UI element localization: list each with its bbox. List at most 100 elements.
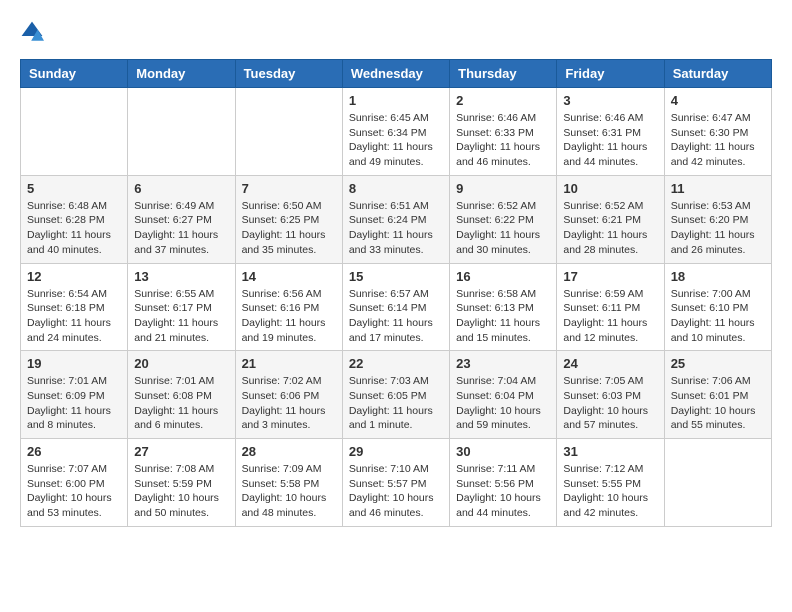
calendar-cell (21, 88, 128, 176)
calendar-cell (664, 439, 771, 527)
calendar-cell: 1Sunrise: 6:45 AM Sunset: 6:34 PM Daylig… (342, 88, 449, 176)
day-info: Sunrise: 6:50 AM Sunset: 6:25 PM Dayligh… (242, 199, 336, 258)
day-number: 20 (134, 356, 228, 371)
calendar-cell: 25 Sunrise: 7:06 AM Sunset: 6:01 PM Dayli… (664, 351, 771, 439)
day-number: 24 (563, 356, 657, 371)
logo-icon (20, 20, 44, 44)
calendar-cell: 2 Sunrise: 6:46 AM Sunset: 6:33 PM Daylig… (450, 88, 557, 176)
calendar-cell: 8 Sunrise: 6:51 AM Sunset: 6:24 PM Daylig… (342, 175, 449, 263)
day-header-thursday: Thursday (450, 60, 557, 88)
day-info: Sunrise: 6:46 AM Sunset: 6:33 PM Dayligh… (456, 111, 550, 170)
day-number: 30 (456, 444, 550, 459)
day-info: Sunrise: 6:46 AM Sunset: 6:31 PM Dayligh… (563, 111, 657, 170)
logo (20, 20, 48, 49)
day-number: 9 (456, 181, 550, 196)
day-number: 8 (349, 181, 443, 196)
day-info: Sunrise: 7:09 AM Sunset: 5:58 PM Dayligh… (242, 462, 336, 521)
calendar-cell: 27 Sunrise: 7:08 AM Sunset: 5:59 PM Dayli… (128, 439, 235, 527)
calendar-cell: 3 Sunrise: 6:46 AM Sunset: 6:31 PM Daylig… (557, 88, 664, 176)
day-number: 17 (563, 269, 657, 284)
day-header-wednesday: Wednesday (342, 60, 449, 88)
day-number: 26 (27, 444, 121, 459)
calendar-cell: 20Sunrise: 7:01 AM Sunset: 6:08 PM Dayli… (128, 351, 235, 439)
calendar-cell: 15Sunrise: 6:57 AM Sunset: 6:14 PM Dayli… (342, 263, 449, 351)
calendar-table: SundayMondayTuesdayWednesdayThursdayFrid… (20, 59, 772, 527)
calendar-week-row: 19 Sunrise: 7:01 AM Sunset: 6:09 PM Dayli… (21, 351, 772, 439)
calendar-cell: 31 Sunrise: 7:12 AM Sunset: 5:55 PM Dayli… (557, 439, 664, 527)
calendar-cell: 6Sunrise: 6:49 AM Sunset: 6:27 PM Daylig… (128, 175, 235, 263)
day-info: Sunrise: 7:02 AM Sunset: 6:06 PM Dayligh… (242, 374, 336, 433)
calendar-week-row: 1Sunrise: 6:45 AM Sunset: 6:34 PM Daylig… (21, 88, 772, 176)
day-info: Sunrise: 7:05 AM Sunset: 6:03 PM Dayligh… (563, 374, 657, 433)
day-number: 21 (242, 356, 336, 371)
day-number: 29 (349, 444, 443, 459)
day-number: 16 (456, 269, 550, 284)
calendar-cell: 28 Sunrise: 7:09 AM Sunset: 5:58 PM Dayli… (235, 439, 342, 527)
day-info: Sunrise: 6:58 AM Sunset: 6:13 PM Dayligh… (456, 287, 550, 346)
calendar-cell: 7 Sunrise: 6:50 AM Sunset: 6:25 PM Daylig… (235, 175, 342, 263)
day-info: Sunrise: 6:55 AM Sunset: 6:17 PM Dayligh… (134, 287, 228, 346)
calendar-cell: 13 Sunrise: 6:55 AM Sunset: 6:17 PM Dayli… (128, 263, 235, 351)
day-number: 28 (242, 444, 336, 459)
day-number: 5 (27, 181, 121, 196)
calendar-cell: 29 Sunrise: 7:10 AM Sunset: 5:57 PM Dayli… (342, 439, 449, 527)
day-number: 14 (242, 269, 336, 284)
calendar-week-row: 12 Sunrise: 6:54 AM Sunset: 6:18 PM Dayli… (21, 263, 772, 351)
calendar-cell (128, 88, 235, 176)
calendar-cell: 9 Sunrise: 6:52 AM Sunset: 6:22 PM Daylig… (450, 175, 557, 263)
day-info: Sunrise: 6:56 AM Sunset: 6:16 PM Dayligh… (242, 287, 336, 346)
day-header-saturday: Saturday (664, 60, 771, 88)
calendar-cell: 26 Sunrise: 7:07 AM Sunset: 6:00 PM Dayli… (21, 439, 128, 527)
day-number: 3 (563, 93, 657, 108)
day-number: 10 (563, 181, 657, 196)
calendar-cell: 4 Sunrise: 6:47 AM Sunset: 6:30 PM Daylig… (664, 88, 771, 176)
day-info: Sunrise: 7:07 AM Sunset: 6:00 PM Dayligh… (27, 462, 121, 521)
day-info: Sunrise: 7:01 AM Sunset: 6:09 PM Dayligh… (27, 374, 121, 433)
day-info: Sunrise: 6:47 AM Sunset: 6:30 PM Dayligh… (671, 111, 765, 170)
calendar-cell: 30 Sunrise: 7:11 AM Sunset: 5:56 PM Dayli… (450, 439, 557, 527)
day-header-sunday: Sunday (21, 60, 128, 88)
day-info: Sunrise: 7:08 AM Sunset: 5:59 PM Dayligh… (134, 462, 228, 521)
day-info: Sunrise: 7:12 AM Sunset: 5:55 PM Dayligh… (563, 462, 657, 521)
calendar-cell: 16 Sunrise: 6:58 AM Sunset: 6:13 PM Dayli… (450, 263, 557, 351)
calendar-cell: 24 Sunrise: 7:05 AM Sunset: 6:03 PM Dayli… (557, 351, 664, 439)
day-info: Sunrise: 6:45 AM Sunset: 6:34 PM Dayligh… (349, 111, 443, 170)
day-info: Sunrise: 7:10 AM Sunset: 5:57 PM Dayligh… (349, 462, 443, 521)
day-number: 12 (27, 269, 121, 284)
calendar-header-row: SundayMondayTuesdayWednesdayThursdayFrid… (21, 60, 772, 88)
day-header-tuesday: Tuesday (235, 60, 342, 88)
calendar-cell: 5Sunrise: 6:48 AM Sunset: 6:28 PM Daylig… (21, 175, 128, 263)
day-number: 7 (242, 181, 336, 196)
calendar-cell: 19 Sunrise: 7:01 AM Sunset: 6:09 PM Dayli… (21, 351, 128, 439)
day-info: Sunrise: 6:51 AM Sunset: 6:24 PM Dayligh… (349, 199, 443, 258)
day-header-friday: Friday (557, 60, 664, 88)
calendar-week-row: 5Sunrise: 6:48 AM Sunset: 6:28 PM Daylig… (21, 175, 772, 263)
calendar-cell: 18Sunrise: 7:00 AM Sunset: 6:10 PM Dayli… (664, 263, 771, 351)
day-info: Sunrise: 6:54 AM Sunset: 6:18 PM Dayligh… (27, 287, 121, 346)
day-number: 13 (134, 269, 228, 284)
calendar-week-row: 26 Sunrise: 7:07 AM Sunset: 6:00 PM Dayli… (21, 439, 772, 527)
calendar-cell (235, 88, 342, 176)
calendar-cell: 10 Sunrise: 6:52 AM Sunset: 6:21 PM Dayli… (557, 175, 664, 263)
day-info: Sunrise: 7:00 AM Sunset: 6:10 PM Dayligh… (671, 287, 765, 346)
day-info: Sunrise: 6:53 AM Sunset: 6:20 PM Dayligh… (671, 199, 765, 258)
day-number: 2 (456, 93, 550, 108)
day-info: Sunrise: 6:52 AM Sunset: 6:22 PM Dayligh… (456, 199, 550, 258)
day-info: Sunrise: 6:49 AM Sunset: 6:27 PM Dayligh… (134, 199, 228, 258)
day-info: Sunrise: 6:59 AM Sunset: 6:11 PM Dayligh… (563, 287, 657, 346)
day-info: Sunrise: 7:11 AM Sunset: 5:56 PM Dayligh… (456, 462, 550, 521)
day-info: Sunrise: 6:57 AM Sunset: 6:14 PM Dayligh… (349, 287, 443, 346)
calendar-cell: 11 Sunrise: 6:53 AM Sunset: 6:20 PM Dayli… (664, 175, 771, 263)
day-info: Sunrise: 7:06 AM Sunset: 6:01 PM Dayligh… (671, 374, 765, 433)
day-number: 27 (134, 444, 228, 459)
day-number: 31 (563, 444, 657, 459)
day-number: 19 (27, 356, 121, 371)
day-number: 25 (671, 356, 765, 371)
day-info: Sunrise: 6:52 AM Sunset: 6:21 PM Dayligh… (563, 199, 657, 258)
day-number: 4 (671, 93, 765, 108)
calendar-cell: 17 Sunrise: 6:59 AM Sunset: 6:11 PM Dayli… (557, 263, 664, 351)
page-header (20, 20, 772, 49)
calendar-cell: 12 Sunrise: 6:54 AM Sunset: 6:18 PM Dayli… (21, 263, 128, 351)
calendar-cell: 22Sunrise: 7:03 AM Sunset: 6:05 PM Dayli… (342, 351, 449, 439)
day-number: 11 (671, 181, 765, 196)
